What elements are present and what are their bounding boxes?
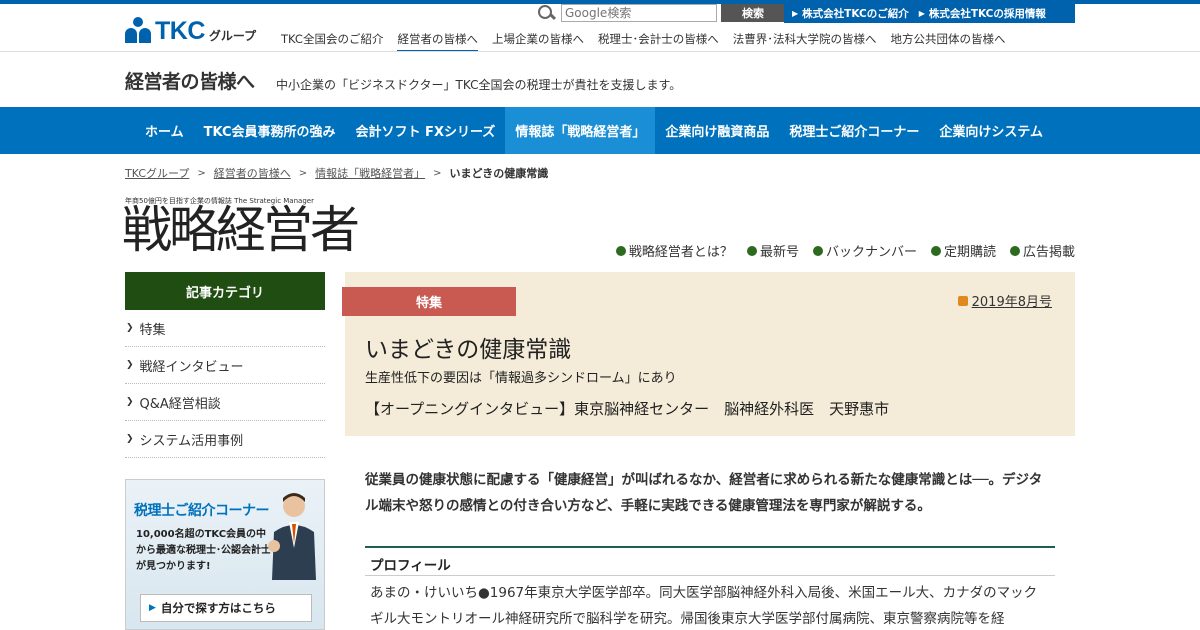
tax-accountant-promo-banner[interactable]: 税理士ご紹介コーナー 10,000名超のTKC会員の中から最適な税理士･公認会計… — [125, 479, 325, 630]
magazine-link-about[interactable]: 戦略経営者とは？ — [615, 241, 733, 260]
corp-link-recruit[interactable]: ▶ 株式会社TKCの採用情報 — [919, 6, 1046, 21]
category-item[interactable]: ❯ Q&A経営相談 — [125, 384, 325, 421]
magazine-title-logo[interactable]: 戦略経営者 — [122, 202, 360, 258]
magazine-link-subscribe[interactable]: 定期購読 — [930, 241, 996, 260]
article-lead: 従業員の健康状態に配慮する「健康経営」が叫ばれるなか、経営者に求められる新たな健… — [365, 472, 1043, 514]
audience-nav-item[interactable]: 法曹界･法科大学院の皆様へ — [733, 31, 877, 52]
section-title: 経営者の皆様へ — [125, 71, 255, 93]
search-button[interactable]: 検索 — [721, 4, 785, 22]
magazine-link-latest[interactable]: 最新号 — [746, 241, 799, 260]
bullet-icon — [1009, 245, 1020, 256]
section-subtitle: 中小企業の「ビジネスドクター」TKC全国会の税理士が貴社を支援します。 — [276, 78, 682, 92]
promo-text: 10,000名超のTKC会員の中から最適な税理士･公認会計士が見つかります! — [136, 529, 271, 572]
rss-icon — [957, 295, 968, 306]
main-nav: ホーム TKC会員事務所の強み 会計ソフト FXシリーズ 情報誌「戦略経営者」 … — [0, 107, 1200, 154]
main-nav-tax-accountant[interactable]: 税理士ご紹介コーナー — [779, 107, 929, 154]
audience-nav-item[interactable]: TKC全国会のご紹介 — [281, 31, 383, 52]
category-item[interactable]: ❯ 特集 — [125, 310, 325, 347]
main-nav-magazine[interactable]: 情報誌「戦略経営者」 — [505, 107, 656, 154]
audience-nav-item-active[interactable]: 経営者の皆様へ — [397, 31, 478, 52]
audience-nav-item[interactable]: 地方公共団体の皆様へ — [890, 31, 1005, 52]
profile-text: あまの・けいいち●1967年東京大学医学部卒。同大医学部脳神経外科入局後、米国エ… — [370, 585, 1038, 627]
search-icon — [537, 4, 557, 22]
article-interview-line: 【オープニングインタビュー】東京脳神経センター 脳神経外科医 天野惠市 — [365, 400, 890, 418]
main-nav-loans[interactable]: 企業向け融資商品 — [655, 107, 779, 154]
find-yourself-button[interactable]: ▶ 自分で探す方はこちら — [140, 594, 312, 622]
breadcrumb-link[interactable]: 経営者の皆様へ — [214, 165, 291, 181]
promo-title: 税理士ご紹介コーナー — [134, 503, 270, 519]
magazine-link-backnumber[interactable]: バックナンバー — [812, 241, 917, 260]
corporate-links: ▶ 株式会社TKCのご紹介 ▶ 株式会社TKCの採用情報 — [784, 3, 1075, 23]
tkc-group-logo[interactable]: TKC グループ — [125, 16, 256, 46]
magazine-links: 戦略経営者とは？ 最新号 バックナンバー 定期購読 広告掲載 — [615, 241, 1075, 260]
category-item[interactable]: ❯ システム活用事例 — [125, 421, 325, 458]
chevron-right-icon: ❯ — [126, 323, 134, 333]
category-item[interactable]: ❯ 戦経インタビュー — [125, 347, 325, 384]
article-category-tag[interactable]: 特集 — [342, 287, 516, 316]
businessman-icon — [268, 493, 316, 580]
main-nav-systems[interactable]: 企業向けシステム — [929, 107, 1053, 154]
bullet-icon — [930, 245, 941, 256]
breadcrumb-link[interactable]: 情報誌「戦略経営者」 — [315, 165, 425, 181]
category-list: ❯ 特集 ❯ 戦経インタビュー ❯ Q&A経営相談 ❯ システム活用事例 — [125, 310, 325, 458]
breadcrumb: TKCグループ > 経営者の皆様へ > 情報誌「戦略経営者」 > いまどきの健康… — [125, 165, 548, 181]
arrow-right-icon: ▶ — [792, 8, 799, 18]
main-nav-home[interactable]: ホーム — [135, 107, 194, 154]
article-title: いまどきの健康常識 — [365, 337, 572, 363]
site-search: 検索 — [537, 4, 785, 22]
breadcrumb-link[interactable]: TKCグループ — [125, 165, 189, 181]
profile-heading: プロフィール — [365, 546, 1055, 576]
triangle-right-icon: ▶ — [149, 603, 156, 613]
audience-nav-item[interactable]: 税理士･会計士の皆様へ — [598, 31, 719, 52]
bullet-icon — [746, 245, 757, 256]
audience-nav-item[interactable]: 上場企業の皆様へ — [492, 31, 584, 52]
breadcrumb-current: いまどきの健康常識 — [449, 167, 549, 180]
main-nav-strengths[interactable]: TKC会員事務所の強み — [194, 107, 346, 154]
header-divider — [0, 51, 1200, 52]
audience-nav: TKC全国会のご紹介 経営者の皆様へ 上場企業の皆様へ 税理士･会計士の皆様へ … — [281, 31, 1019, 52]
bullet-icon — [615, 245, 626, 256]
breadcrumb-separator: > — [197, 167, 206, 179]
search-input[interactable] — [561, 4, 717, 22]
chevron-right-icon: ❯ — [126, 360, 134, 370]
article-subtitle: 生産性低下の要因は「情報過多シンドローム」にあり — [365, 371, 677, 386]
corp-link-about[interactable]: ▶ 株式会社TKCのご紹介 — [792, 6, 909, 21]
logo-text: TKC — [155, 16, 205, 45]
issue-link[interactable]: 2019年8月号 — [957, 291, 1052, 310]
arrow-right-icon: ▶ — [918, 8, 925, 18]
chevron-right-icon: ❯ — [126, 397, 134, 407]
breadcrumb-separator: > — [298, 167, 308, 179]
bullet-icon — [812, 245, 823, 256]
breadcrumb-separator: > — [433, 167, 442, 179]
magazine-link-advertise[interactable]: 広告掲載 — [1009, 241, 1075, 260]
category-heading: 記事カテゴリ — [125, 272, 325, 310]
tkc-logo-mark-icon — [125, 17, 151, 45]
logo-group-label: グループ — [208, 28, 257, 43]
chevron-right-icon: ❯ — [126, 434, 134, 444]
main-nav-fx-series[interactable]: 会計ソフト FXシリーズ — [346, 107, 506, 154]
